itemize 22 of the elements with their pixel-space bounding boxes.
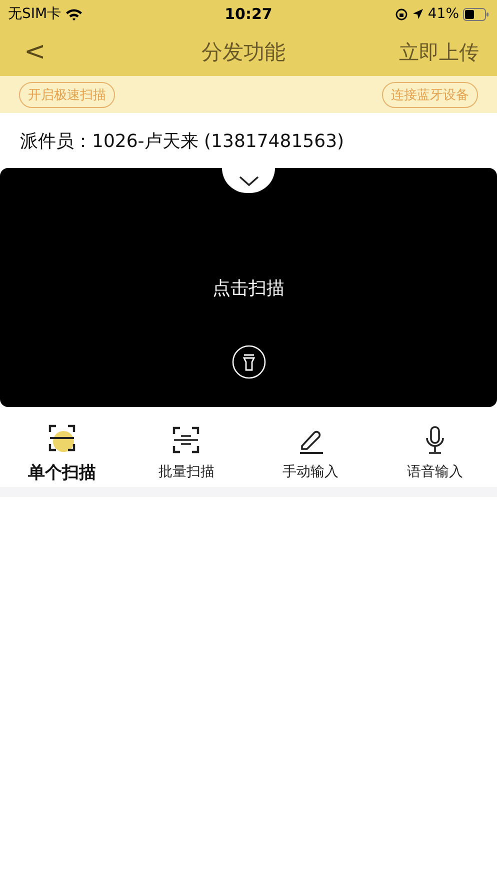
courier-label: 派件员：1026-卢天来 (13817481563) [20, 130, 344, 152]
battery-percent: 41% [428, 6, 459, 22]
mode-tab[interactable]: 语音输入 [372, 413, 497, 481]
collapse-button[interactable] [222, 168, 275, 193]
carrier-label: 无SIM卡 [8, 5, 62, 23]
single-scan-icon [48, 424, 76, 452]
batch-scan-icon [172, 426, 200, 454]
wifi-icon [65, 8, 84, 20]
mode-tab[interactable]: 手动输入 [248, 413, 373, 481]
battery-icon [463, 8, 489, 20]
chevron-down-icon [238, 176, 258, 186]
page-title: 分发功能 [200, 39, 286, 66]
camera-view[interactable]: 点击扫描 [0, 168, 497, 407]
scan-prompt: 点击扫描 [212, 277, 284, 300]
mode-tab[interactable]: 批量扫描 [124, 413, 248, 481]
back-button[interactable]: < [18, 37, 98, 67]
rotation-lock-icon [394, 8, 408, 20]
mode-tab[interactable]: 单个扫描 [0, 410, 124, 484]
status-time: 10:27 [224, 5, 272, 23]
location-icon [412, 8, 424, 20]
flashlight-icon[interactable] [232, 345, 266, 379]
upload-button[interactable]: 立即上传 [389, 38, 479, 66]
